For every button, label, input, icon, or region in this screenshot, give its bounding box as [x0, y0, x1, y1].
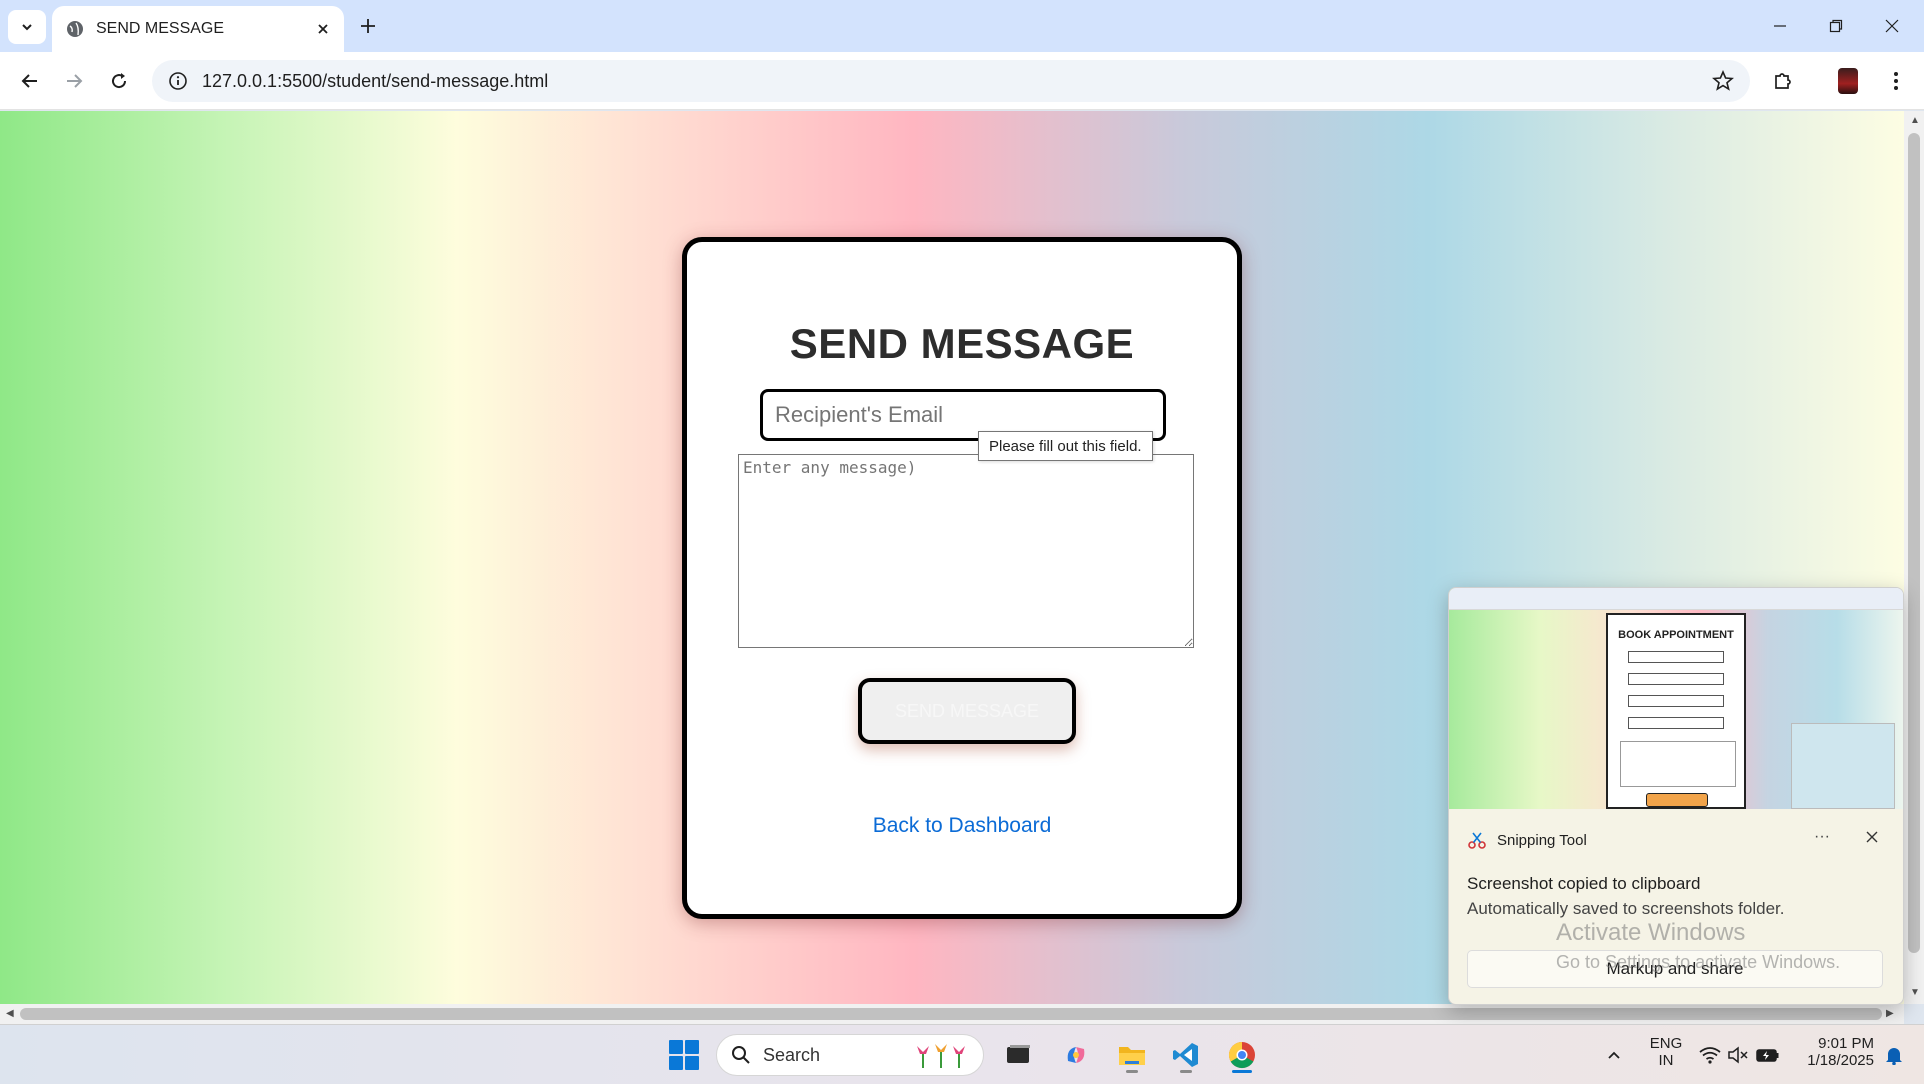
- chevron-down-icon: [22, 24, 32, 31]
- notification-header: Snipping Tool: [1467, 830, 1587, 850]
- close-icon: [1866, 831, 1878, 843]
- minimize-button[interactable]: [1758, 10, 1802, 42]
- volume-muted-icon: [1728, 1046, 1748, 1064]
- notification-heading: Screenshot copied to clipboard: [1467, 874, 1701, 893]
- bell-icon: [1886, 1048, 1902, 1065]
- preview-button: [1646, 793, 1708, 807]
- horizontal-scroll-thumb[interactable]: [20, 1008, 1882, 1020]
- puzzle-icon: [1775, 73, 1791, 89]
- preview-textarea: [1620, 741, 1736, 787]
- close-icon: [1885, 19, 1899, 33]
- notification-subtext: Automatically saved to screenshots folde…: [1467, 899, 1785, 918]
- back-to-dashboard-link[interactable]: Back to Dashboard: [687, 814, 1237, 838]
- language-code: ENG: [1649, 1035, 1683, 1052]
- windows-logo-icon: [669, 1040, 683, 1054]
- taskbar-search-label: Search: [763, 1044, 821, 1065]
- running-indicator: [1180, 1070, 1192, 1073]
- taskbar-search[interactable]: Search: [716, 1034, 984, 1076]
- language-indicator[interactable]: ENG IN: [1646, 1035, 1686, 1069]
- taskbar-copilot[interactable]: [1056, 1035, 1096, 1075]
- site-info-icon[interactable]: [168, 71, 188, 91]
- preview-card: BOOK APPOINTMENT: [1606, 613, 1746, 809]
- preview-field: [1628, 717, 1724, 729]
- minimize-icon: [1774, 25, 1786, 27]
- send-message-button[interactable]: SEND MESSAGE: [858, 678, 1076, 744]
- horizontal-scrollbar[interactable]: ◀ ▶: [0, 1004, 1904, 1024]
- tulips-icon: [917, 1044, 965, 1068]
- globe-icon: [67, 21, 83, 37]
- preview-field: [1628, 651, 1724, 663]
- browser-tabbar: SEND MESSAGE: [0, 0, 1924, 52]
- active-indicator: [1232, 1070, 1252, 1073]
- plus-icon: [361, 19, 375, 33]
- copilot-icon: [1067, 1047, 1085, 1063]
- snipping-tool-icon: [1468, 832, 1486, 849]
- more-vertical-icon: [1894, 72, 1898, 90]
- forward-button[interactable]: [56, 63, 92, 99]
- battery-charging-icon: [1756, 1049, 1779, 1062]
- taskbar-chrome[interactable]: [1222, 1035, 1262, 1075]
- notification-more-button[interactable]: ···: [1807, 824, 1837, 850]
- page-title: SEND MESSAGE: [789, 320, 1135, 367]
- scroll-up-icon[interactable]: ▲: [1910, 115, 1920, 126]
- show-hidden-icons-button[interactable]: [1594, 1035, 1634, 1075]
- bookmark-star-icon[interactable]: [1712, 70, 1734, 92]
- notification-app-name: Snipping Tool: [1497, 831, 1587, 849]
- browser-menu-button[interactable]: [1878, 63, 1914, 99]
- avatar: [1838, 68, 1858, 94]
- start-button[interactable]: [666, 1037, 702, 1073]
- url-text[interactable]: 127.0.0.1:5500/student/send-message.html: [202, 71, 1712, 92]
- extensions-button[interactable]: [1765, 63, 1801, 99]
- folder-icon: [1119, 1047, 1145, 1065]
- tab-search-button[interactable]: [8, 10, 46, 44]
- screenshot-preview[interactable]: BOOK APPOINTMENT: [1449, 588, 1903, 809]
- preview-title: BOOK APPOINTMENT: [1618, 629, 1734, 641]
- running-indicator: [1126, 1070, 1138, 1073]
- profile-button[interactable]: [1830, 63, 1866, 99]
- preview-field: [1628, 695, 1724, 707]
- preview-inset: [1791, 723, 1895, 809]
- preview-browser-chrome: [1449, 588, 1903, 610]
- taskbar-file-explorer[interactable]: [1112, 1035, 1152, 1075]
- arrow-left-icon: [21, 74, 37, 88]
- send-message-card: SEND MESSAGE Please fill out this field.…: [682, 237, 1242, 919]
- markup-and-share-button[interactable]: Markup and share: [1467, 950, 1883, 988]
- validation-tooltip: Please fill out this field.: [978, 431, 1153, 461]
- scroll-left-icon[interactable]: ◀: [6, 1008, 14, 1019]
- restore-icon: [1829, 19, 1843, 33]
- browser-toolbar: 127.0.0.1:5500/student/send-message.html: [0, 52, 1924, 110]
- taskbar: Search ENG IN 9:01 PM 1/18/2025: [0, 1024, 1924, 1084]
- clock[interactable]: 9:01 PM 1/18/2025: [1782, 1035, 1874, 1069]
- message-textarea[interactable]: [738, 454, 1194, 648]
- snipping-tool-notification[interactable]: BOOK APPOINTMENT Snipping Tool ··· Scree…: [1448, 587, 1904, 1005]
- notification-close-button[interactable]: [1857, 824, 1887, 850]
- search-icon: [732, 1046, 750, 1064]
- new-tab-button[interactable]: [354, 12, 382, 40]
- region-code: IN: [1658, 1052, 1674, 1069]
- chrome-icon: [1228, 1041, 1255, 1069]
- taskbar-vscode[interactable]: [1166, 1035, 1206, 1075]
- back-button[interactable]: [12, 63, 48, 99]
- clock-date: 1/18/2025: [1807, 1052, 1874, 1069]
- reload-button[interactable]: [101, 63, 137, 99]
- scroll-right-icon[interactable]: ▶: [1886, 1008, 1894, 1019]
- arrow-right-icon: [67, 74, 83, 88]
- vertical-scroll-thumb[interactable]: [1908, 133, 1920, 953]
- chevron-up-icon: [1608, 1051, 1620, 1059]
- task-view-icon: [1007, 1045, 1030, 1063]
- vscode-icon: [1173, 1043, 1198, 1067]
- preview-field: [1628, 673, 1724, 685]
- notifications-button[interactable]: [1874, 1035, 1914, 1075]
- vertical-scrollbar[interactable]: ▲ ▼: [1904, 111, 1924, 1004]
- browser-tab-active[interactable]: SEND MESSAGE: [52, 6, 344, 52]
- address-bar[interactable]: 127.0.0.1:5500/student/send-message.html: [152, 60, 1750, 102]
- taskbar-task-view[interactable]: [998, 1035, 1038, 1075]
- tab-title: SEND MESSAGE: [96, 20, 225, 37]
- close-tab-icon[interactable]: [316, 22, 330, 36]
- scroll-down-icon[interactable]: ▼: [1910, 987, 1920, 998]
- reload-icon: [112, 73, 127, 89]
- clock-time: 9:01 PM: [1818, 1035, 1874, 1052]
- close-window-button[interactable]: [1870, 10, 1914, 42]
- restore-button[interactable]: [1814, 10, 1858, 42]
